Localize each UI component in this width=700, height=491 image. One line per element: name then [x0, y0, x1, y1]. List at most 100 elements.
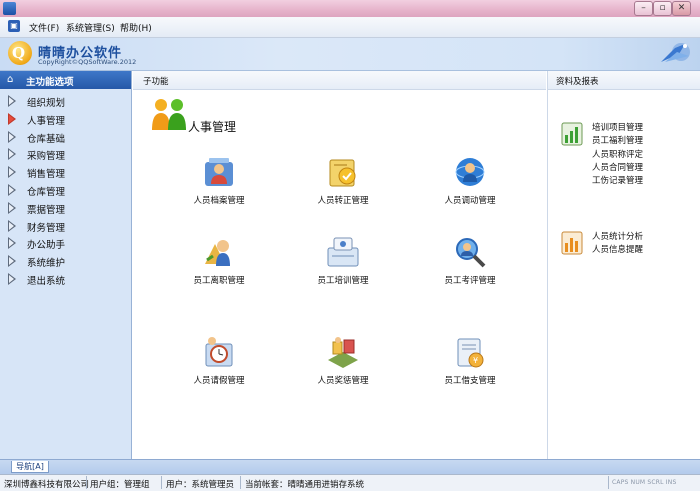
sidebar-title: 主功能选项	[26, 77, 74, 88]
personnel-files-icon[interactable]	[201, 154, 237, 190]
menu-app-icon[interactable]: ▣	[8, 20, 20, 32]
sidebar-item-label: 退出系统	[27, 276, 66, 287]
regularization-icon[interactable]	[325, 154, 361, 190]
sidebar-item-label: 采购管理	[27, 151, 66, 163]
home-icon: ⌂	[7, 74, 14, 85]
leave-icon[interactable]	[201, 334, 237, 370]
status-bar: 深圳博鑫科技有限公司 用户组：管理组 用户：系统管理员 当前帐套：晴晴通用进销存…	[0, 474, 700, 491]
arrow-icon	[9, 239, 14, 248]
arrow-icon	[9, 221, 14, 230]
arrow-icon	[9, 132, 14, 141]
sidebar: ⌂ 主功能选项 组织规划人事管理仓库基础采购管理销售管理 仓库管理票据管理财务管理…	[0, 71, 132, 459]
function-label[interactable]: 人员转正管理	[295, 194, 391, 206]
function-item[interactable]: 人员转正管理	[295, 154, 391, 216]
minimize-button[interactable]: –	[634, 1, 653, 16]
reward-punish-icon[interactable]	[325, 334, 361, 370]
function-label[interactable]: 人员调动管理	[422, 194, 518, 206]
function-label[interactable]: 员工离职管理	[171, 274, 267, 286]
sidebar-header: ⌂ 主功能选项	[0, 71, 131, 89]
status-company: 深圳博鑫科技有限公司	[4, 480, 90, 490]
sub-function-label: 子功能	[143, 77, 169, 87]
copyright-text: CopyRight©QQSoftWare.2012	[38, 58, 137, 66]
status-divider	[608, 476, 609, 489]
reports-title: 资料及报表	[556, 77, 599, 87]
close-button[interactable]: ✕	[672, 1, 691, 16]
arrow-icon	[9, 114, 14, 123]
evaluation-icon[interactable]	[452, 234, 488, 270]
statistics-chart-icon	[561, 231, 583, 255]
function-label[interactable]: 人员请假管理	[171, 374, 267, 386]
function-item[interactable]: 员工离职管理	[171, 234, 267, 296]
function-item[interactable]: 人员请假管理	[171, 334, 267, 396]
sidebar-item[interactable]: 采购管理	[0, 145, 131, 162]
arrow-icon	[9, 275, 14, 283]
arrow-icon	[9, 150, 14, 159]
sidebar-item[interactable]: 退出系统	[0, 270, 131, 287]
function-item[interactable]: 人员奖惩管理	[295, 334, 391, 396]
sidebar-item[interactable]: 系统维护	[0, 252, 131, 269]
page-title: 人事管理	[188, 120, 237, 134]
sidebar-item[interactable]: 办公助手	[0, 234, 131, 251]
report-link[interactable]: 培训项目管理	[592, 121, 643, 133]
reports-panel: 资料及报表 培训项目管理 员工福利管理 人员职称评定 人员合同管理 工伤记录管理 人员统…	[547, 71, 700, 459]
report-chart-icon	[561, 122, 583, 146]
status-account: 当前帐套：晴晴通用进销存系统	[245, 480, 365, 490]
people-icon	[152, 99, 186, 130]
maximize-button[interactable]: ▫	[653, 1, 672, 16]
function-item[interactable]: 员工考评管理	[422, 234, 518, 296]
function-label[interactable]: 员工考评管理	[422, 274, 518, 286]
title-bar: – ▫ ✕	[0, 0, 700, 17]
function-label[interactable]: 人员档案管理	[171, 194, 267, 206]
status-divider	[86, 476, 87, 489]
arrow-icon	[9, 186, 14, 194]
sidebar-item[interactable]: 仓库基础	[0, 128, 131, 145]
training-icon[interactable]	[325, 234, 361, 270]
app-header: Q 晴晴办公软件 CopyRight©QQSoftWare.2012	[0, 38, 700, 71]
report-link[interactable]: 人员信息提醒	[592, 243, 643, 255]
resignation-icon[interactable]	[201, 234, 237, 270]
function-item[interactable]: 员工培训管理	[295, 234, 391, 296]
function-item[interactable]: ¥ 员工借支管理	[422, 334, 518, 396]
sidebar-item[interactable]: 仓库管理	[0, 181, 131, 198]
reports-header: 资料及报表	[548, 71, 700, 90]
sidebar-item[interactable]: 组织规划	[0, 92, 131, 109]
sidebar-item-label: 仓库基础	[27, 133, 66, 145]
function-label[interactable]: 员工培训管理	[295, 274, 391, 286]
status-keys: CAPS NUM SCRL INS	[612, 479, 677, 486]
menu-bar: ▣ 文件(F) 系统管理(S) 帮助(H)	[0, 17, 700, 38]
nav-tab[interactable]: 导航[A]	[11, 461, 49, 473]
function-item[interactable]: 人员档案管理	[171, 154, 267, 216]
menu-file[interactable]: 文件(F)	[29, 21, 59, 34]
sidebar-item-label: 财务管理	[27, 222, 66, 234]
sidebar-item-label: 销售管理	[27, 169, 66, 181]
status-divider	[240, 476, 241, 489]
function-label[interactable]: 人员奖惩管理	[295, 374, 391, 386]
report-link[interactable]: 人员统计分析	[592, 230, 643, 242]
sidebar-item[interactable]: 销售管理	[0, 163, 131, 180]
nav-tab-bar: 导航[A]	[0, 459, 700, 474]
app-icon	[3, 2, 16, 15]
logo-icon: Q	[8, 41, 32, 65]
menu-help[interactable]: 帮助(H)	[120, 21, 152, 34]
status-user: 用户：系统管理员	[166, 480, 235, 490]
report-link[interactable]: 员工福利管理	[592, 134, 643, 146]
sub-function-header: 子功能	[133, 71, 546, 90]
function-label[interactable]: 员工借支管理	[422, 374, 518, 386]
report-link[interactable]: 人员合同管理	[592, 161, 643, 173]
report-link[interactable]: 工伤记录管理	[592, 174, 643, 186]
status-user-group: 用户组：管理组	[90, 480, 150, 490]
sidebar-item-label: 系统维护	[27, 258, 66, 270]
arrow-icon	[9, 97, 14, 105]
transfer-icon[interactable]	[452, 154, 488, 190]
sidebar-item-label: 组织规划	[27, 98, 66, 109]
report-link[interactable]: 人员职称评定	[592, 148, 643, 160]
sidebar-item-label: 票据管理	[27, 204, 66, 216]
menu-system[interactable]: 系统管理(S)	[66, 21, 115, 34]
sidebar-item[interactable]: 人事管理	[0, 110, 131, 127]
sidebar-item[interactable]: 财务管理	[0, 217, 131, 234]
function-item[interactable]: 人员调动管理	[422, 154, 518, 216]
sidebar-item[interactable]: 票据管理	[0, 199, 131, 216]
arrow-icon	[9, 203, 14, 212]
advance-icon[interactable]: ¥	[452, 334, 488, 370]
sidebar-item-label: 人事管理	[27, 115, 66, 127]
